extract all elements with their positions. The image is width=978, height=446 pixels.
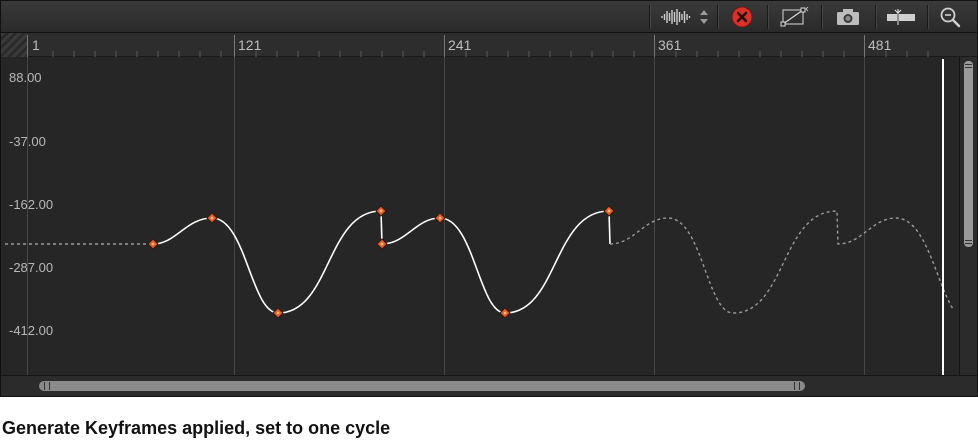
scroll-grip-top [965, 64, 972, 68]
vertical-scroll-thumb[interactable] [964, 61, 973, 247]
clear-curves-icon[interactable] [727, 5, 757, 29]
curve-graph[interactable]: 88.00 -37.00 -162.00 -287.00 -412.00 [1, 57, 959, 375]
ruler-major-tick [864, 35, 865, 57]
ruler-major-tick [27, 35, 28, 57]
keyframe-editor: 1 121 241 361 481 88.00 -37.00 -162.00 -… [0, 0, 978, 397]
curve-canvas [5, 59, 954, 375]
animation-curve [152, 210, 611, 314]
toolbar-separator [927, 5, 929, 29]
audio-waveform-icon[interactable] [659, 5, 695, 29]
ruler-label: 481 [868, 37, 892, 53]
zoom-icon[interactable] [935, 5, 965, 29]
stepper-icon[interactable] [698, 5, 710, 29]
ruler-label: 361 [658, 37, 682, 53]
post-extrapolation-curve [609, 210, 954, 314]
scroll-grip-bottom [965, 240, 972, 244]
scroll-grip-right [794, 382, 800, 390]
scroll-grip-left [44, 382, 50, 390]
ruler-major-tick [444, 35, 445, 57]
fit-frame-icon[interactable] [883, 5, 919, 29]
snapshot-camera-icon[interactable] [831, 5, 865, 29]
vertical-scrollbar[interactable] [959, 57, 977, 375]
toolbar-separator [875, 5, 877, 29]
ruler-label: 121 [238, 37, 262, 53]
horizontal-scroll-thumb[interactable] [39, 381, 805, 391]
toolbar-separator [649, 5, 651, 29]
ruler-ticks [52, 51, 929, 57]
ruler-label: 1 [32, 37, 40, 53]
figure-caption: Generate Keyframes applied, set to one c… [2, 418, 391, 438]
timeline-ruler[interactable]: 1 121 241 361 481 [1, 33, 977, 57]
toolbar-separator [717, 5, 719, 29]
toolbar-separator [767, 5, 769, 29]
ruler-major-tick [234, 35, 235, 57]
horizontal-scrollbar[interactable] [1, 375, 977, 396]
ruler-label: 241 [448, 37, 472, 53]
ruler-major-tick [654, 35, 655, 57]
curve-edit-icon[interactable] [777, 5, 811, 29]
toolbar [1, 1, 977, 33]
toolbar-separator [821, 5, 823, 29]
